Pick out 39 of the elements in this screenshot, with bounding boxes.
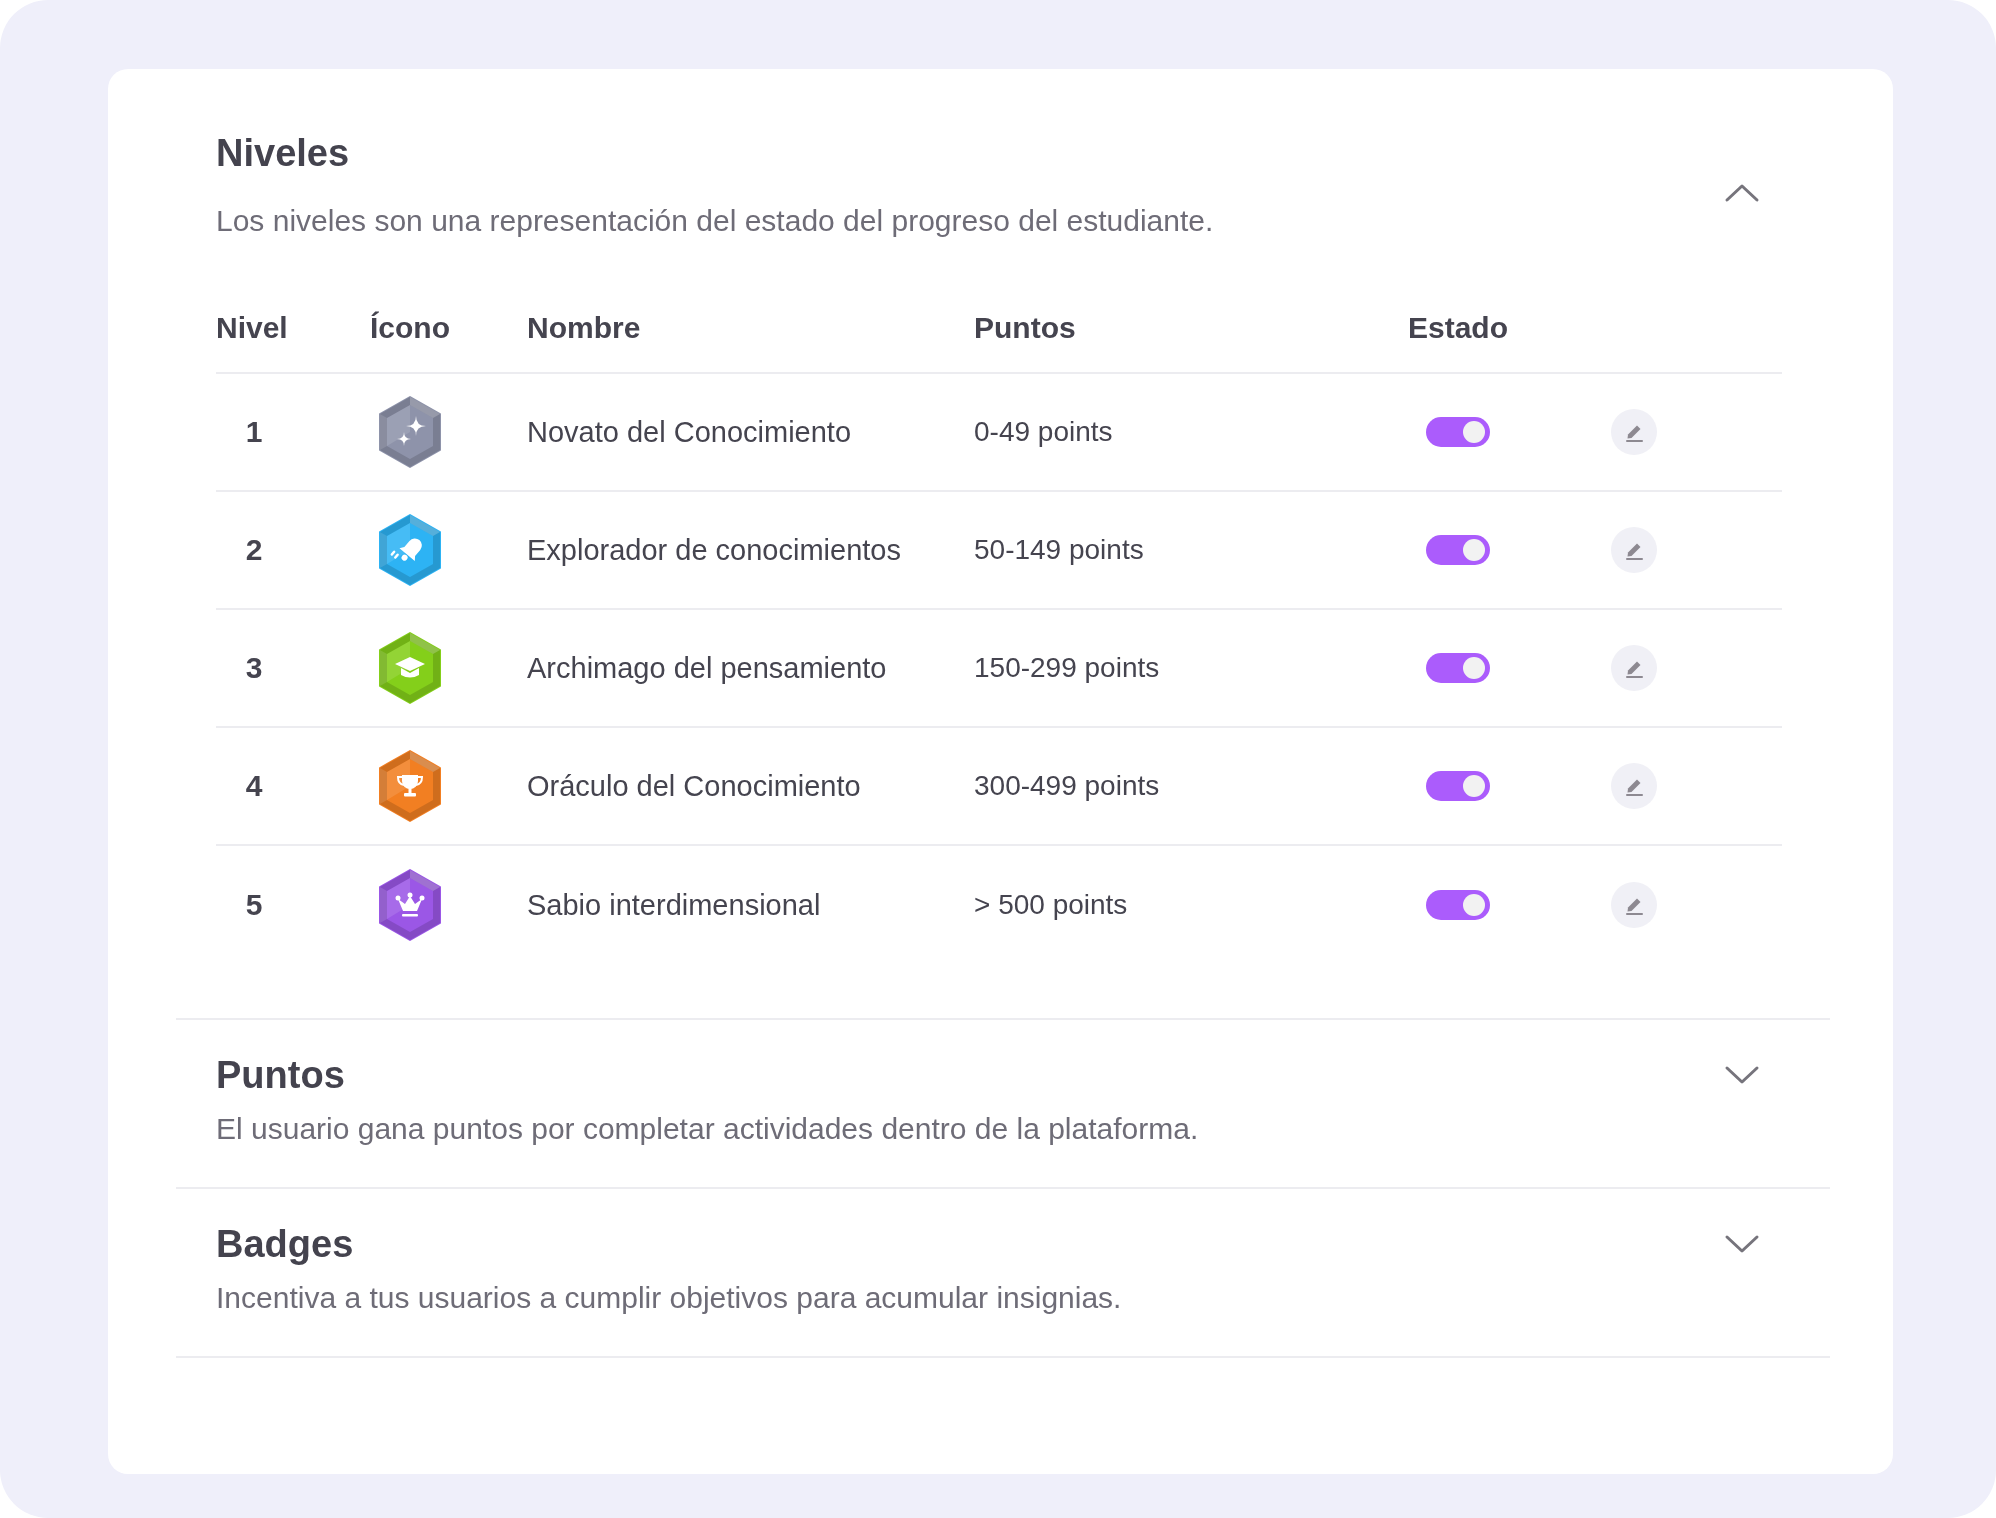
- section-title: Niveles: [216, 131, 351, 176]
- section-description: El usuario gana puntos por completar actividades dentro de la plataforma.: [216, 1111, 1199, 1147]
- status-toggle[interactable]: [1426, 653, 1490, 683]
- points-range: 300-499 points: [974, 769, 1160, 803]
- level-number: 1: [244, 414, 264, 450]
- level-name: Explorador de conocimientos: [527, 533, 901, 568]
- level-number: 3: [244, 650, 264, 686]
- chevron-up-icon[interactable]: [1724, 183, 1760, 203]
- column-header: Ícono: [370, 310, 451, 346]
- level-number: 5: [244, 887, 264, 923]
- level-name: Sabio interdimensional: [527, 888, 821, 923]
- status-toggle[interactable]: [1426, 771, 1490, 801]
- points-range: 50-149 points: [974, 533, 1144, 567]
- level-name: Oráculo del Conocimiento: [527, 769, 861, 804]
- section-title: Badges: [216, 1222, 355, 1267]
- edit-button[interactable]: [1611, 527, 1657, 573]
- status-toggle[interactable]: [1426, 417, 1490, 447]
- column-header: Nombre: [527, 310, 642, 346]
- edit-button[interactable]: [1611, 409, 1657, 455]
- section-title: Puntos: [216, 1053, 346, 1098]
- section-description: Incentiva a tus usuarios a cumplir objetivos para acumular insignias.: [216, 1280, 1122, 1316]
- status-toggle[interactable]: [1426, 890, 1490, 920]
- points-range: 0-49 points: [974, 415, 1113, 449]
- level-number: 2: [244, 532, 264, 568]
- section-description: Los niveles son una representación del estado del progreso del estudiante.: [216, 203, 1214, 239]
- chevron-down-icon[interactable]: [1724, 1065, 1760, 1085]
- column-header: Estado: [1408, 310, 1510, 346]
- status-toggle[interactable]: [1426, 535, 1490, 565]
- edit-button[interactable]: [1611, 645, 1657, 691]
- column-header: Puntos: [974, 310, 1077, 346]
- chevron-down-icon[interactable]: [1724, 1234, 1760, 1254]
- column-header: Nivel: [216, 310, 289, 346]
- points-range: 150-299 points: [974, 651, 1160, 685]
- edit-button[interactable]: [1611, 882, 1657, 928]
- level-number: 4: [244, 768, 264, 804]
- edit-button[interactable]: [1611, 763, 1657, 809]
- level-name: Novato del Conocimiento: [527, 415, 851, 450]
- level-name: Archimago del pensamiento: [527, 651, 887, 686]
- points-range: > 500 points: [974, 888, 1128, 922]
